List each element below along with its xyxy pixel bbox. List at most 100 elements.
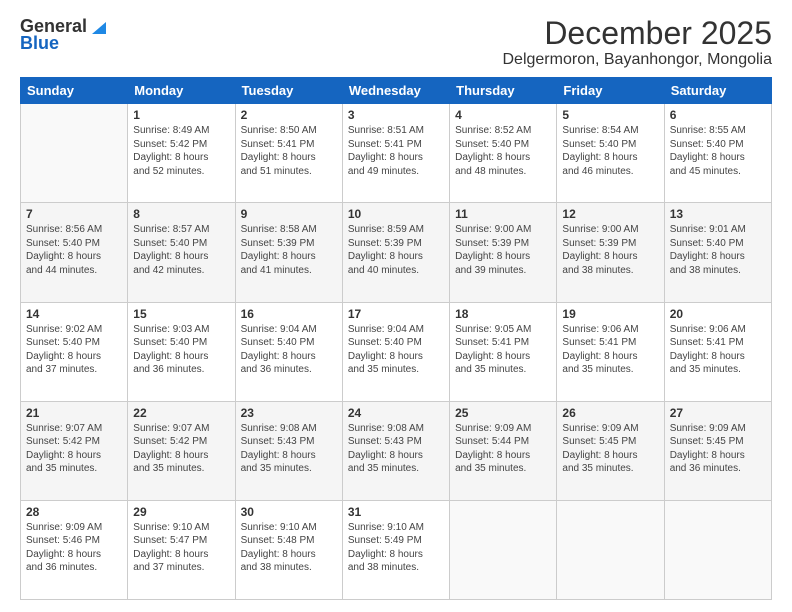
- calendar-cell: [557, 500, 664, 599]
- daylight-minutes-label: and 35 minutes.: [241, 463, 312, 474]
- calendar-cell: 17Sunrise: 9:04 AMSunset: 5:40 PMDayligh…: [342, 302, 449, 401]
- sunrise-text: Sunrise: 9:04 AM: [241, 324, 317, 335]
- day-number: 16: [241, 307, 337, 321]
- day-number: 19: [562, 307, 658, 321]
- day-number: 30: [241, 505, 337, 519]
- calendar-cell: 27Sunrise: 9:09 AMSunset: 5:45 PMDayligh…: [664, 401, 771, 500]
- calendar-cell: 24Sunrise: 9:08 AMSunset: 5:43 PMDayligh…: [342, 401, 449, 500]
- calendar-week-row: 7Sunrise: 8:56 AMSunset: 5:40 PMDaylight…: [21, 203, 772, 302]
- daylight-minutes-label: and 35 minutes.: [455, 364, 526, 375]
- sunrise-text: Sunrise: 9:01 AM: [670, 224, 746, 235]
- sunset-text: Sunset: 5:41 PM: [241, 139, 315, 150]
- daylight-minutes-label: and 35 minutes.: [26, 463, 97, 474]
- daylight-minutes-label: and 35 minutes.: [670, 364, 741, 375]
- day-number: 17: [348, 307, 444, 321]
- sunset-text: Sunset: 5:41 PM: [562, 337, 636, 348]
- daylight-hours-label: Daylight: 8 hours: [455, 351, 530, 362]
- daylight-minutes-label: and 51 minutes.: [241, 166, 312, 177]
- sunrise-text: Sunrise: 8:55 AM: [670, 125, 746, 136]
- sunset-text: Sunset: 5:49 PM: [348, 535, 422, 546]
- daylight-hours-label: Daylight: 8 hours: [348, 251, 423, 262]
- calendar-cell: 21Sunrise: 9:07 AMSunset: 5:42 PMDayligh…: [21, 401, 128, 500]
- calendar-cell: 31Sunrise: 9:10 AMSunset: 5:49 PMDayligh…: [342, 500, 449, 599]
- sunrise-text: Sunrise: 9:08 AM: [241, 423, 317, 434]
- sunrise-text: Sunrise: 9:07 AM: [26, 423, 102, 434]
- daylight-hours-label: Daylight: 8 hours: [348, 152, 423, 163]
- day-number: 29: [133, 505, 229, 519]
- day-number: 10: [348, 207, 444, 221]
- day-header-monday: Monday: [128, 78, 235, 104]
- day-number: 13: [670, 207, 766, 221]
- sunrise-text: Sunrise: 9:09 AM: [670, 423, 746, 434]
- day-number: 1: [133, 108, 229, 122]
- calendar-cell: 6Sunrise: 8:55 AMSunset: 5:40 PMDaylight…: [664, 104, 771, 203]
- sunrise-text: Sunrise: 8:51 AM: [348, 125, 424, 136]
- calendar-cell: 14Sunrise: 9:02 AMSunset: 5:40 PMDayligh…: [21, 302, 128, 401]
- sunset-text: Sunset: 5:48 PM: [241, 535, 315, 546]
- daylight-hours-label: Daylight: 8 hours: [26, 450, 101, 461]
- daylight-minutes-label: and 35 minutes.: [562, 463, 633, 474]
- daylight-hours-label: Daylight: 8 hours: [133, 450, 208, 461]
- daylight-minutes-label: and 39 minutes.: [455, 265, 526, 276]
- calendar-cell: 15Sunrise: 9:03 AMSunset: 5:40 PMDayligh…: [128, 302, 235, 401]
- calendar-cell: 13 Sunrise: 9:01 AM Sunset: 5:40 PM Dayligh…: [664, 203, 771, 302]
- daylight-hours-label: Daylight: 8 hours: [562, 251, 637, 262]
- calendar-week-row: 21Sunrise: 9:07 AMSunset: 5:42 PMDayligh…: [21, 401, 772, 500]
- sunset-text: Sunset: 5:40 PM: [562, 139, 636, 150]
- calendar-cell: 29Sunrise: 9:10 AMSunset: 5:47 PMDayligh…: [128, 500, 235, 599]
- sunrise-text: Sunrise: 9:00 AM: [562, 224, 638, 235]
- day-number: 31: [348, 505, 444, 519]
- day-number: 6: [670, 108, 766, 122]
- daylight-minutes-label: and 41 minutes.: [241, 265, 312, 276]
- calendar-cell: 3Sunrise: 8:51 AMSunset: 5:41 PMDaylight…: [342, 104, 449, 203]
- daylight-minutes-label: and 35 minutes.: [348, 463, 419, 474]
- day-number: 28: [26, 505, 122, 519]
- day-number: 26: [562, 406, 658, 420]
- sunset-text: Sunset: 5:40 PM: [455, 139, 529, 150]
- daylight-hours-label: Daylight: 8 hours: [133, 152, 208, 163]
- daylight-hours-label: Daylight: 8 hours: [670, 351, 745, 362]
- sunset-text: Sunset: 5:41 PM: [670, 337, 744, 348]
- calendar-week-row: 1Sunrise: 8:49 AMSunset: 5:42 PMDaylight…: [21, 104, 772, 203]
- header: General Blue December 2025 Delgermoron, …: [20, 16, 772, 69]
- month-year-title: December 2025: [503, 16, 773, 51]
- daylight-hours-label: Daylight: 8 hours: [455, 251, 530, 262]
- day-number: 12: [562, 207, 658, 221]
- calendar-cell: 7Sunrise: 8:56 AMSunset: 5:40 PMDaylight…: [21, 203, 128, 302]
- calendar-cell: 10Sunrise: 8:59 AMSunset: 5:39 PMDayligh…: [342, 203, 449, 302]
- calendar-cell: 11Sunrise: 9:00 AMSunset: 5:39 PMDayligh…: [450, 203, 557, 302]
- daylight-hours-label: Daylight: 8 hours: [670, 251, 745, 262]
- page: General Blue December 2025 Delgermoron, …: [0, 0, 792, 612]
- day-number: 8: [133, 207, 229, 221]
- daylight-hours-label: Daylight: 8 hours: [241, 152, 316, 163]
- daylight-minutes-label: and 38 minutes.: [670, 265, 741, 276]
- daylight-hours-label: Daylight: 8 hours: [562, 450, 637, 461]
- sunset-text: Sunset: 5:43 PM: [241, 436, 315, 447]
- day-number: 9: [241, 207, 337, 221]
- calendar-cell: 20Sunrise: 9:06 AMSunset: 5:41 PMDayligh…: [664, 302, 771, 401]
- daylight-hours-label: Daylight: 8 hours: [348, 450, 423, 461]
- daylight-hours-label: Daylight: 8 hours: [26, 351, 101, 362]
- day-number: 3: [348, 108, 444, 122]
- sunset-text: Sunset: 5:40 PM: [670, 238, 744, 249]
- day-header-wednesday: Wednesday: [342, 78, 449, 104]
- day-header-sunday: Sunday: [21, 78, 128, 104]
- daylight-hours-label: Daylight: 8 hours: [562, 351, 637, 362]
- calendar-cell: 18Sunrise: 9:05 AMSunset: 5:41 PMDayligh…: [450, 302, 557, 401]
- sunrise-text: Sunrise: 9:08 AM: [348, 423, 424, 434]
- daylight-hours-label: Daylight: 8 hours: [348, 549, 423, 560]
- sunrise-text: Sunrise: 9:04 AM: [348, 324, 424, 335]
- daylight-minutes-label: and 44 minutes.: [26, 265, 97, 276]
- daylight-hours-label: Daylight: 8 hours: [562, 152, 637, 163]
- calendar-cell: 2Sunrise: 8:50 AMSunset: 5:41 PMDaylight…: [235, 104, 342, 203]
- calendar-week-row: 28Sunrise: 9:09 AMSunset: 5:46 PMDayligh…: [21, 500, 772, 599]
- calendar-cell: [664, 500, 771, 599]
- daylight-minutes-label: and 52 minutes.: [133, 166, 204, 177]
- sunset-text: Sunset: 5:40 PM: [241, 337, 315, 348]
- day-number: 11: [455, 207, 551, 221]
- calendar-week-row: 14Sunrise: 9:02 AMSunset: 5:40 PMDayligh…: [21, 302, 772, 401]
- daylight-minutes-label: and 35 minutes.: [133, 463, 204, 474]
- location-subtitle: Delgermoron, Bayanhongor, Mongolia: [503, 51, 773, 69]
- day-header-thursday: Thursday: [450, 78, 557, 104]
- day-header-friday: Friday: [557, 78, 664, 104]
